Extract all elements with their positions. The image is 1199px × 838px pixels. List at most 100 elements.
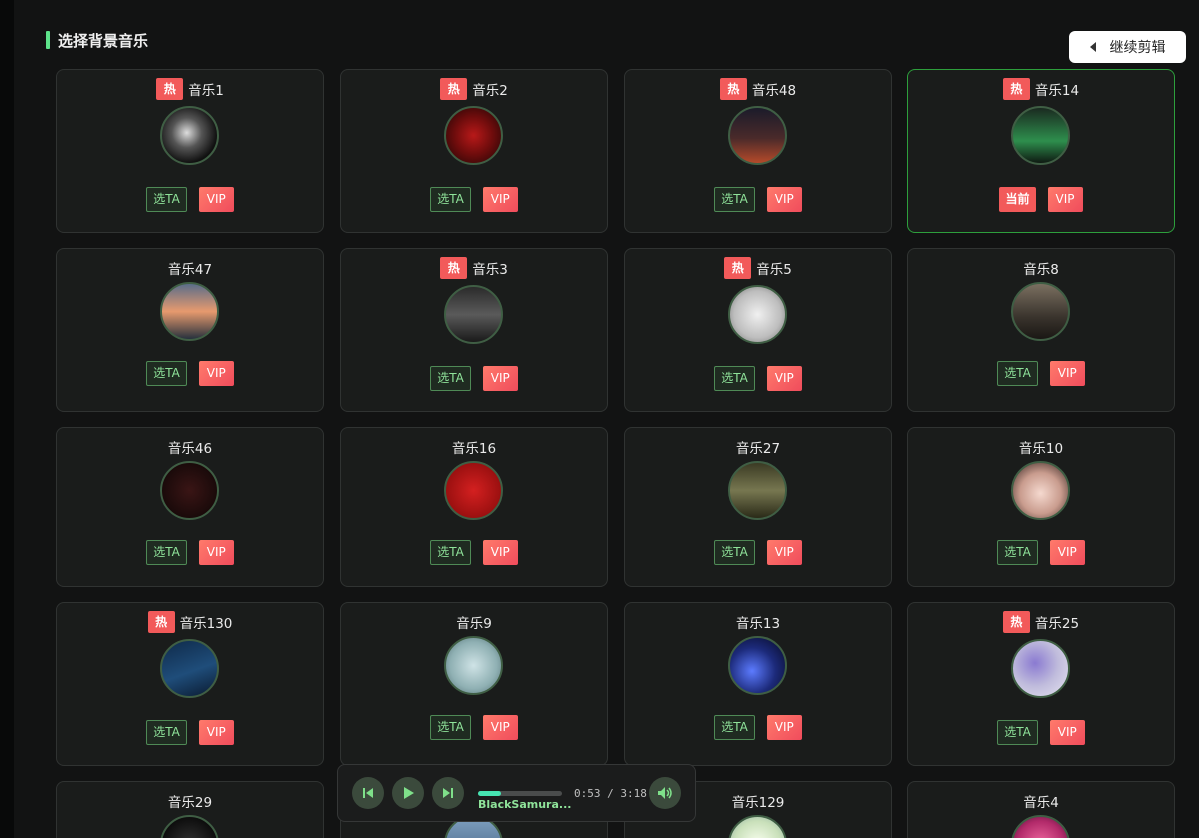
vip-badge[interactable]: VIP [198,720,234,745]
album-cover[interactable] [728,285,787,344]
music-title: 音乐46 [57,436,323,458]
music-title: 热音乐5 [625,257,891,279]
hot-badge: 热 [724,257,752,279]
pick-button[interactable]: 选TA [430,540,471,565]
album-cover[interactable] [1011,461,1070,520]
vip-badge[interactable]: VIP [766,540,802,565]
pick-button[interactable]: 选TA [146,187,187,212]
album-cover[interactable] [1011,282,1070,341]
music-card[interactable]: 热音乐48 选TA VIP [624,69,892,233]
album-cover[interactable] [160,639,219,698]
vip-badge[interactable]: VIP [766,715,802,740]
card-actions: 选TA VIP [625,187,891,212]
vip-badge[interactable]: VIP [482,366,518,391]
music-title: 音乐4 [908,790,1174,812]
card-actions: 选TA VIP [57,361,323,386]
pick-button[interactable]: 选TA [146,540,187,565]
pick-button[interactable]: 选TA [997,540,1038,565]
pick-button[interactable]: 选TA [714,540,755,565]
music-card[interactable]: 热音乐1 选TA VIP [56,69,324,233]
skip-forward-icon[interactable] [432,777,464,809]
card-actions: 选TA VIP [57,187,323,212]
vip-badge[interactable]: VIP [1047,187,1083,212]
music-name: 音乐47 [167,262,213,278]
album-cover[interactable] [728,461,787,520]
vip-badge[interactable]: VIP [482,540,518,565]
hot-badge: 热 [147,611,175,633]
pick-button[interactable]: 选TA [430,366,471,391]
music-title: 音乐9 [341,611,607,633]
vip-badge[interactable]: VIP [198,540,234,565]
music-name: 音乐9 [456,616,492,632]
card-actions: 选TA VIP [625,715,891,740]
music-card[interactable]: 音乐27 选TA VIP [624,427,892,587]
card-actions: 选TA VIP [625,366,891,391]
vip-badge[interactable]: VIP [482,187,518,212]
card-actions: 当前 VIP [908,187,1174,212]
skip-back-icon[interactable] [352,777,384,809]
card-actions: 选TA VIP [341,715,607,740]
music-card[interactable]: 音乐10 选TA VIP [907,427,1175,587]
music-name: 音乐5 [756,262,792,278]
card-actions: 选TA VIP [908,720,1174,745]
music-grid: 热音乐1 选TA VIP 热音乐2 选TA VIP 热音乐48 选TA VIP 热音乐14 当前 VI… [0,0,1199,838]
album-cover[interactable] [160,461,219,520]
vip-badge[interactable]: VIP [766,366,802,391]
volume-icon[interactable] [649,777,681,809]
progress-bar[interactable] [478,791,562,796]
vip-badge[interactable]: VIP [1049,540,1085,565]
music-name: 音乐129 [731,795,785,811]
music-card[interactable]: 热音乐2 选TA VIP [340,69,608,233]
album-cover[interactable] [728,636,787,695]
album-cover[interactable] [444,636,503,695]
vip-badge[interactable]: VIP [198,361,234,386]
pick-button[interactable]: 选TA [714,187,755,212]
hot-badge: 热 [719,78,747,100]
pick-button[interactable]: 选TA [146,361,187,386]
music-card[interactable]: 热音乐14 当前 VIP [907,69,1175,233]
pick-button[interactable]: 选TA [714,715,755,740]
vip-badge[interactable]: VIP [766,187,802,212]
music-title: 音乐47 [57,257,323,279]
album-cover[interactable] [1011,106,1070,165]
album-cover[interactable] [160,106,219,165]
album-cover[interactable] [444,285,503,344]
music-card[interactable]: 热音乐5 选TA VIP [624,248,892,412]
pick-button[interactable]: 选TA [997,720,1038,745]
album-cover[interactable] [444,106,503,165]
vip-badge[interactable]: VIP [198,187,234,212]
album-cover[interactable] [444,461,503,520]
hot-badge: 热 [440,257,468,279]
vip-badge[interactable]: VIP [482,715,518,740]
pick-button[interactable]: 选TA [997,361,1038,386]
music-card[interactable]: 热音乐25 选TA VIP [907,602,1175,766]
album-cover[interactable] [728,815,787,838]
music-card[interactable]: 音乐16 选TA VIP [340,427,608,587]
music-card[interactable]: 音乐8 选TA VIP [907,248,1175,412]
album-cover[interactable] [1011,639,1070,698]
pick-button[interactable]: 选TA [714,366,755,391]
music-card[interactable]: 音乐29 [56,781,324,838]
album-cover[interactable] [160,282,219,341]
album-cover[interactable] [160,815,219,838]
music-card[interactable]: 热音乐3 选TA VIP [340,248,608,412]
music-name: 音乐10 [1018,441,1064,457]
pick-button[interactable]: 选TA [430,715,471,740]
music-card[interactable]: 音乐46 选TA VIP [56,427,324,587]
music-card[interactable]: 音乐4 [907,781,1175,838]
vip-badge[interactable]: VIP [1049,720,1085,745]
music-card[interactable]: 音乐47 选TA VIP [56,248,324,412]
music-card[interactable]: 热音乐130 选TA VIP [56,602,324,766]
hot-badge: 热 [1002,611,1030,633]
music-name: 音乐1 [188,83,224,99]
play-icon[interactable] [392,777,424,809]
pick-button[interactable]: 选TA [146,720,187,745]
album-cover[interactable] [728,106,787,165]
vip-badge[interactable]: VIP [1049,361,1085,386]
pick-button[interactable]: 选TA [430,187,471,212]
music-card[interactable]: 音乐9 选TA VIP [340,602,608,766]
music-card[interactable]: 音乐13 选TA VIP [624,602,892,766]
card-actions: 选TA VIP [908,540,1174,565]
current-button[interactable]: 当前 [999,187,1036,212]
album-cover[interactable] [1011,815,1070,838]
